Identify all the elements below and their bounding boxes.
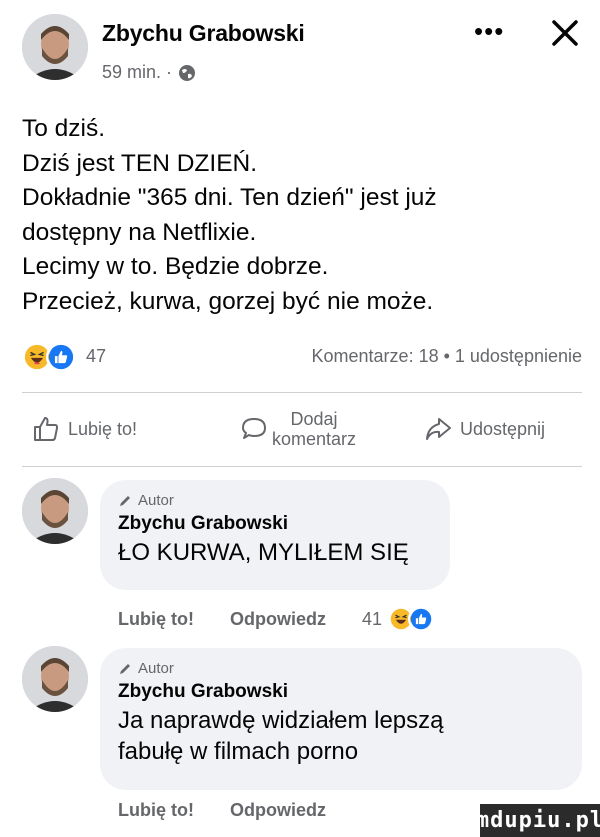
comment-button[interactable]: Dodaj komentarz [240, 392, 356, 466]
comment-like-button[interactable]: Lubię to! [118, 800, 194, 821]
comments-shares-summary[interactable]: Komentarze: 18 • 1 udostępnienie [312, 346, 582, 367]
comment-reaction-count[interactable]: 41 [362, 609, 382, 630]
post-text-line: Przecież, kurwa, gorzej być nie może. [22, 287, 434, 315]
post-text-line: Dziś jest TEN DZIEŃ. [22, 149, 258, 177]
comment-bubble: Autor Zbychu Grabowski ŁO KURWA, MYLIŁEM… [100, 480, 450, 590]
comment-text: Ja naprawdę widziałem lepszą fabułę w fi… [118, 705, 564, 767]
author-badge-label: Autor [138, 660, 174, 677]
post-time: 59 min. · [102, 62, 173, 82]
post-text-line: To dziś. [22, 115, 106, 142]
comment-text-line: fabułę w filmach porno [118, 738, 359, 765]
post-actions: Lubię to! Dodaj komentarz Udostępnij [0, 392, 600, 466]
post-text-line: Lecimy w to. Będzie dobrze. [22, 253, 329, 280]
author-badge-label: Autor [138, 492, 174, 509]
author-avatar[interactable] [22, 14, 88, 80]
comment-author-avatar[interactable] [22, 646, 88, 712]
comment-reply-button[interactable]: Odpowiedz [230, 800, 326, 821]
comment-actions: Lubię to! Odpowiedz 41 [118, 606, 435, 632]
comment-reply-button[interactable]: Odpowiedz [230, 609, 326, 630]
like-button[interactable]: Lubię to! [32, 392, 137, 466]
post-header: Zbychu Grabowski 59 min. · ••• [0, 0, 600, 100]
post-meta: 59 min. · [102, 62, 196, 83]
close-icon[interactable] [548, 16, 582, 50]
like-icon [46, 342, 76, 372]
pencil-icon [120, 495, 130, 506]
comment-actions: Lubię to! Odpowiedz [118, 800, 326, 821]
comment-reaction-icons[interactable] [388, 606, 435, 632]
author-badge: Autor [118, 660, 564, 677]
globe-icon [178, 64, 196, 82]
more-options-icon[interactable]: ••• [474, 16, 504, 47]
post-text-line: dostępny na Netflixie. [22, 218, 257, 246]
post-body: To dziś. Dziś jest TEN DZIEŃ. Dokładnie … [22, 112, 582, 319]
share-icon [426, 418, 451, 440]
share-button-label: Udostępnij [460, 418, 546, 439]
reaction-icons[interactable] [22, 342, 76, 372]
divider [22, 466, 582, 467]
like-icon [408, 606, 435, 632]
comment-author-avatar[interactable] [22, 478, 88, 544]
reaction-count[interactable]: 47 [86, 346, 106, 367]
comment-text-line: Ja naprawdę widziałem lepszą [118, 707, 444, 734]
post-text-line: Dokładnie "365 dni. Ten dzień" jest już [22, 184, 437, 211]
share-button[interactable]: Udostępnij [424, 392, 545, 466]
comment-icon [242, 418, 266, 439]
pencil-icon [120, 663, 130, 674]
comment-label-line2: komentarz [272, 429, 357, 449]
author-badge: Autor [118, 492, 432, 509]
comment-label-line1: Dodaj [290, 409, 338, 429]
author-name[interactable]: Zbychu Grabowski [102, 20, 305, 47]
thumbs-up-icon [34, 417, 59, 441]
watermark-logo: mdupiu.pl [476, 804, 600, 837]
reactions-summary[interactable]: 47 Komentarze: 18 • 1 udostępnienie [22, 340, 582, 376]
comment-like-button[interactable]: Lubię to! [118, 609, 194, 630]
comment-text-line: ŁO KURWA, MYLIŁEM SIĘ [118, 539, 409, 566]
comment-bubble: Autor Zbychu Grabowski Ja naprawdę widzi… [100, 648, 582, 790]
comment-button-label: Dodaj komentarz [272, 409, 356, 449]
like-button-label: Lubię to! [68, 418, 138, 439]
comment-author-name[interactable]: Zbychu Grabowski [118, 513, 432, 535]
comment-text: ŁO KURWA, MYLIŁEM SIĘ [118, 537, 432, 568]
comment-author-name[interactable]: Zbychu Grabowski [118, 681, 564, 703]
